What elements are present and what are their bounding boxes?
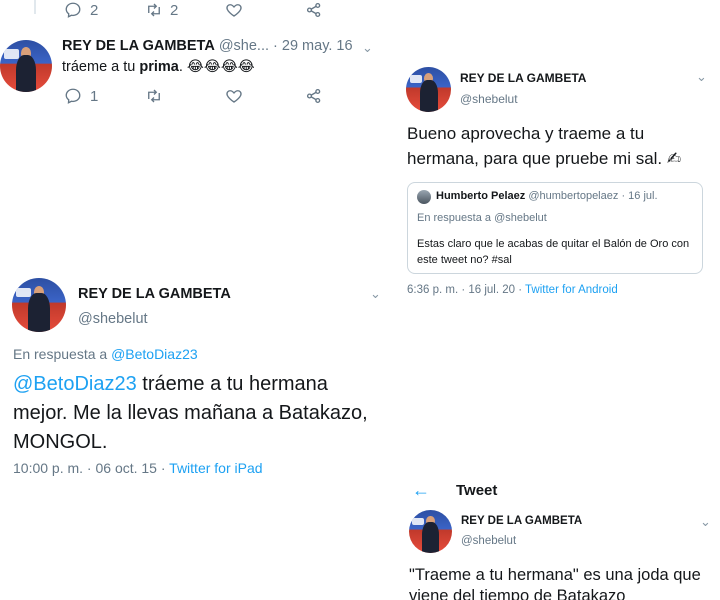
quoted-header: Humberto Pelaez @humbertopelaez · 16 jul… <box>436 190 658 202</box>
display-name[interactable]: REY DE LA GAMBETA <box>62 38 215 54</box>
page-title: Tweet <box>456 482 498 499</box>
back-arrow-icon[interactable]: ← <box>412 480 430 501</box>
screenshot-joda: ← Tweet REY DE LA GAMBETA @shebelut ⌄ "T… <box>400 470 720 600</box>
handle[interactable]: @shebelut <box>78 311 148 327</box>
screenshot-mongol: REY DE LA GAMBETA @shebelut ⌄ En respues… <box>0 270 395 490</box>
share-action[interactable] <box>304 87 324 105</box>
reply-count: 1 <box>90 87 99 105</box>
avatar[interactable] <box>0 40 52 92</box>
prev-tweet-actions: 2 2 <box>64 0 324 20</box>
retweet-count: 2 <box>170 1 179 19</box>
source-link[interactable]: Twitter for iPad <box>169 460 262 476</box>
retweet-action[interactable] <box>144 87 224 105</box>
retweet-icon <box>148 3 160 17</box>
heart-icon <box>226 4 242 17</box>
display-name[interactable]: REY DE LA GAMBETA <box>460 71 586 85</box>
tweet-text: tráeme a tu prima. 😂😂😂😂 <box>62 59 255 75</box>
chevron-down-icon[interactable]: ⌄ <box>362 40 373 56</box>
like-action[interactable] <box>224 1 304 19</box>
screenshot-sal: REY DE LA GAMBETA @shebelut ⌄ Bueno apro… <box>400 55 720 305</box>
reply-action[interactable]: 2 <box>64 1 144 19</box>
timestamp[interactable]: 10:00 p. m. · 06 oct. 15 · <box>13 460 169 476</box>
handle[interactable]: @shebelut <box>461 535 516 547</box>
avatar[interactable] <box>406 67 451 112</box>
source-link[interactable]: Twitter for Android <box>525 284 618 296</box>
quoted-display-name: Humberto Pelaez <box>436 190 526 202</box>
tweet-date[interactable]: · 29 may. 16 <box>273 38 353 54</box>
display-name[interactable]: REY DE LA GAMBETA <box>461 515 582 527</box>
tweet-actions: 1 <box>64 86 324 106</box>
quoted-reply-to: En respuesta a @shebelut <box>417 212 547 224</box>
avatar[interactable] <box>12 278 66 332</box>
thread-line <box>34 0 36 14</box>
reply-icon <box>65 88 81 104</box>
quoted-date: · 16 jul. <box>621 190 658 202</box>
display-name[interactable]: REY DE LA GAMBETA <box>78 286 231 302</box>
tweet-text: "Traeme a tu hermana" es una joda que vi… <box>409 566 701 600</box>
chevron-down-icon[interactable]: ⌄ <box>700 514 711 530</box>
share-icon <box>306 2 321 18</box>
share-icon <box>306 88 321 104</box>
tweet-meta: 6:36 p. m. · 16 jul. 20 · Twitter for An… <box>407 284 618 296</box>
quoted-text: Estas claro que le acabas de quitar el B… <box>417 238 690 266</box>
retweet-action[interactable]: 2 <box>144 1 224 19</box>
reply-action[interactable]: 1 <box>64 87 144 105</box>
handle[interactable]: @she... <box>219 38 269 54</box>
timestamp[interactable]: 6:36 p. m. · 16 jul. 20 · <box>407 284 525 296</box>
like-action[interactable] <box>224 87 304 105</box>
tweet-header: REY DE LA GAMBETA @she... · 29 may. 16 <box>62 38 353 54</box>
retweet-icon <box>148 89 160 103</box>
heart-icon <box>226 90 242 103</box>
chevron-down-icon[interactable]: ⌄ <box>370 286 381 302</box>
share-action[interactable] <box>304 1 324 19</box>
mention-link[interactable]: @BetoDiaz23 <box>13 373 137 395</box>
reply-count: 2 <box>90 1 99 19</box>
reply-icon <box>65 2 81 18</box>
quoted-handle: @humbertopelaez <box>528 190 619 202</box>
quoted-avatar <box>417 190 431 204</box>
avatar[interactable] <box>409 510 452 553</box>
tweet-text: Bueno aprovecha y traeme a tu hermana, p… <box>407 124 682 168</box>
reply-to-line: En respuesta a @BetoDiaz23 <box>13 346 198 362</box>
reply-to-link[interactable]: @BetoDiaz23 <box>111 346 198 362</box>
quoted-tweet[interactable]: Humberto Pelaez @humbertopelaez · 16 jul… <box>407 182 703 274</box>
bold-word: prima <box>139 59 179 75</box>
chevron-down-icon[interactable]: ⌄ <box>696 69 707 85</box>
tweet-text: @BetoDiaz23 tráeme a tu hermana mejor. M… <box>13 373 368 453</box>
screenshot-prima: 2 2 REY DE LA GAMBETA @she... · 29 may. … <box>0 0 395 112</box>
tweet-header-bar: ← Tweet <box>400 470 720 510</box>
handle[interactable]: @shebelut <box>460 92 518 106</box>
tweet-meta: 10:00 p. m. · 06 oct. 15 · Twitter for i… <box>13 460 263 476</box>
